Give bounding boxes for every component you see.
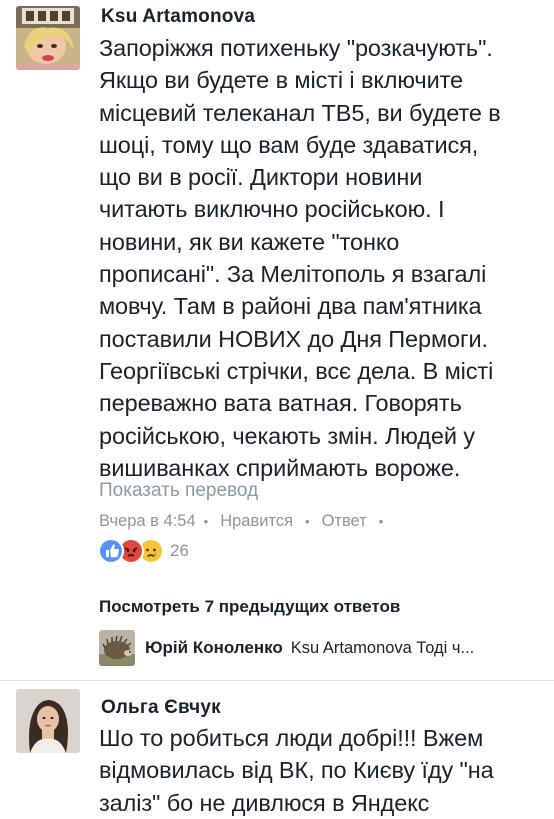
- hedgehog-avatar-icon: [99, 630, 135, 666]
- reply-author[interactable]: Юрій Коноленко: [145, 638, 283, 658]
- avatar[interactable]: [99, 630, 135, 666]
- separator-dot: •: [305, 514, 310, 529]
- reactions-summary[interactable]: 26: [98, 538, 189, 564]
- like-button[interactable]: Нравится: [220, 512, 293, 531]
- reply-button[interactable]: Ответ: [322, 512, 367, 531]
- like-icon: [98, 538, 124, 564]
- reaction-count: 26: [170, 541, 189, 560]
- avatar[interactable]: [16, 689, 80, 753]
- avatar-ksu-icon: [16, 6, 80, 70]
- comment-timestamp[interactable]: Вчера в 4:54: [99, 512, 196, 531]
- comment-divider: [0, 680, 554, 681]
- avatar-olga-icon: [16, 689, 80, 753]
- view-previous-replies-link[interactable]: Посмотреть 7 предыдущих ответов: [99, 597, 400, 617]
- comment-author[interactable]: Ольга Євчук: [101, 697, 221, 719]
- reply-preview[interactable]: Юрій Коноленко Ksu Artamonova Тоді ч...: [99, 630, 474, 666]
- separator-dot: •: [378, 514, 384, 529]
- avatar[interactable]: [16, 6, 80, 70]
- comment-text: Запоріжжя потихеньку "розкачують". Якщо …: [99, 35, 501, 481]
- comment-author[interactable]: Ksu Artamonova: [101, 6, 255, 28]
- reply-snippet[interactable]: Ksu Artamonova Тоді ч...: [291, 639, 474, 658]
- comment-text: Шо то робиться люди добрі!!! Вжем відмов…: [99, 725, 494, 816]
- separator-dot: •: [203, 514, 209, 529]
- comment-meta: Вчера в 4:54 • Нравится • Ответ •: [99, 512, 383, 531]
- show-translation-link[interactable]: Показать перевод: [99, 480, 258, 502]
